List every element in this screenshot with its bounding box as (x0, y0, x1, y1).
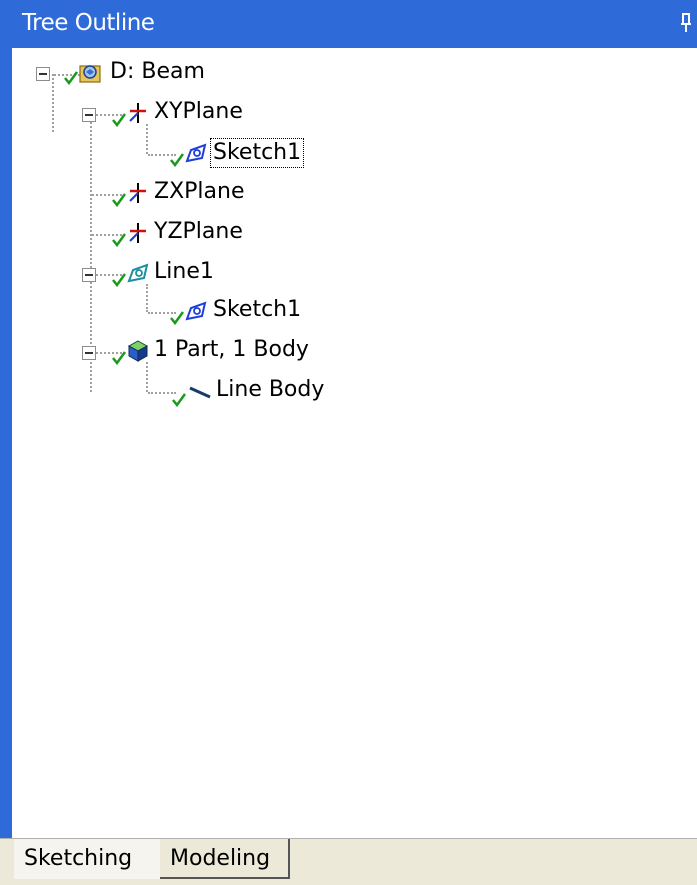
tree-node-label: D: Beam (110, 59, 205, 84)
tree-node-line1[interactable]: Line1 (12, 258, 312, 290)
tree-node-line-body[interactable]: Line Body (12, 376, 372, 408)
tree-node-sketch1[interactable]: Sketch1 (12, 296, 352, 328)
collapse-toggle[interactable] (82, 346, 96, 360)
tree-node-label: XYPlane (154, 99, 243, 124)
sketch-icon (184, 299, 208, 323)
line-body-icon (188, 379, 212, 403)
collapse-toggle[interactable] (82, 108, 96, 122)
plane-axes-icon (126, 221, 150, 245)
part-cube-icon (126, 339, 150, 363)
tree-node-zxplane[interactable]: ZXPlane (12, 178, 312, 210)
panel-title: Tree Outline (22, 10, 155, 36)
check-icon (112, 350, 127, 366)
tree-node-yzplane[interactable]: YZPlane (12, 218, 312, 250)
collapse-toggle[interactable] (36, 67, 50, 81)
check-icon (64, 70, 79, 86)
tree-node-label: Line1 (154, 259, 214, 284)
pin-icon[interactable] (679, 12, 693, 34)
check-icon (112, 112, 127, 128)
tree-node-part-body[interactable]: 1 Part, 1 Body (12, 336, 412, 368)
tree-node-label: YZPlane (154, 219, 243, 244)
panel-left-border (0, 48, 12, 838)
tree-node-sketch1-selected[interactable]: Sketch1 (12, 138, 352, 170)
tab-bar: Sketching Modeling (0, 838, 697, 885)
tree-node-label: 1 Part, 1 Body (154, 337, 309, 362)
tree-node-xyplane[interactable]: XYPlane (12, 98, 312, 130)
tree-outline-panel: Tree Outline D: Beam XYPlane Sketch1 ZXP… (0, 0, 697, 885)
tree-node-label: Line Body (216, 377, 325, 402)
line-feature-icon (126, 261, 150, 285)
sketch-icon (184, 141, 208, 165)
tree-node-label: ZXPlane (154, 179, 245, 204)
tree-node-label: Sketch1 (210, 138, 305, 168)
tree-view[interactable]: D: Beam XYPlane Sketch1 ZXPlane YZPlane … (12, 48, 697, 838)
tree-node-d-beam[interactable]: D: Beam (12, 58, 312, 90)
check-icon (112, 232, 127, 248)
panel-titlebar: Tree Outline (0, 0, 697, 48)
tab-sketching[interactable]: Sketching (14, 839, 164, 879)
check-icon (170, 152, 185, 168)
plane-axes-icon (126, 101, 150, 125)
check-icon (112, 272, 127, 288)
plane-axes-icon (126, 181, 150, 205)
collapse-toggle[interactable] (82, 268, 96, 282)
tab-modeling[interactable]: Modeling (160, 839, 290, 879)
check-icon (172, 392, 187, 408)
tree-node-label: Sketch1 (213, 297, 302, 322)
check-icon (170, 310, 185, 326)
check-icon (112, 192, 127, 208)
model-icon (78, 60, 102, 84)
